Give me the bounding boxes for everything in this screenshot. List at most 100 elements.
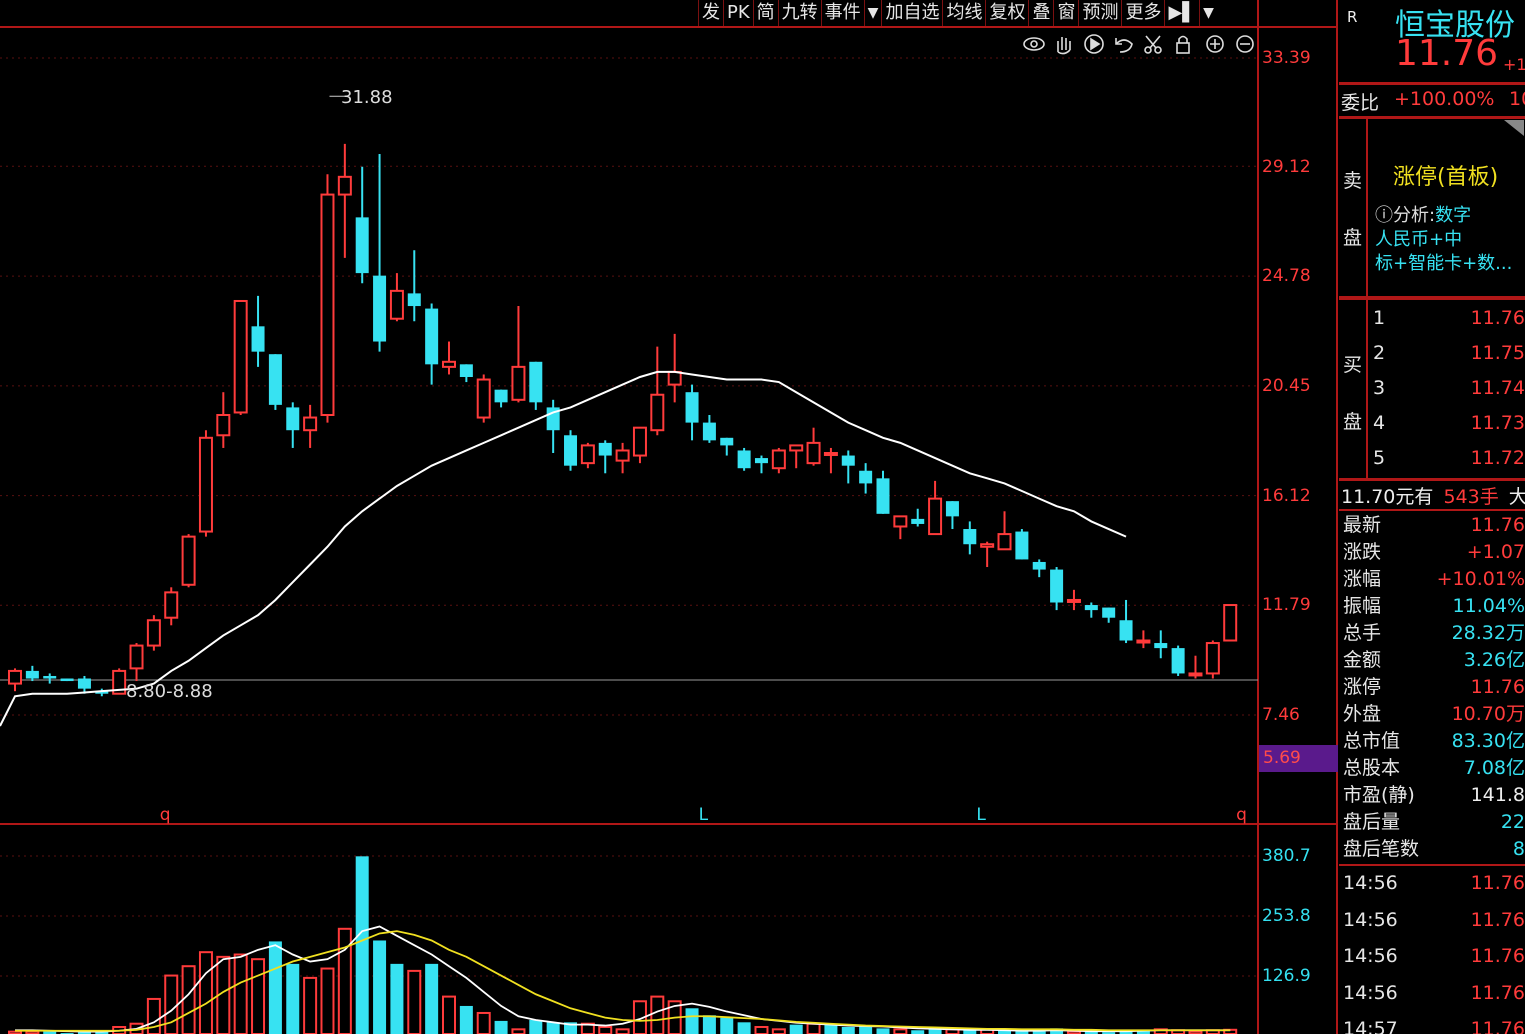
volume-bar	[598, 1025, 613, 1034]
buy-level-row[interactable]: 5 11.72	[1373, 445, 1525, 472]
candle-body	[216, 414, 231, 437]
stat-value: 10.70万	[1451, 703, 1525, 725]
tick-price: 11.76	[1470, 945, 1525, 967]
stat-value: 28.32万	[1451, 622, 1525, 644]
tick-price: 11.76	[1470, 872, 1525, 894]
tick-row: 14:56 11.76	[1343, 943, 1525, 970]
volume-bar	[876, 1028, 890, 1034]
low-annotation: 8.80-8.88	[126, 681, 213, 702]
candle-body	[320, 193, 335, 417]
candle-body	[1119, 620, 1133, 641]
toolbar-item[interactable]: 事件	[820, 0, 864, 26]
toolbar-item[interactable]: 简	[752, 0, 778, 26]
volume-bar	[164, 974, 179, 1034]
stat-value: 22	[1500, 811, 1525, 833]
volume-bar	[754, 1025, 769, 1034]
stat-row: 金额 3.26亿	[1343, 647, 1525, 674]
candle-body	[494, 389, 508, 403]
volume-bar	[615, 1028, 630, 1034]
volume-bar	[233, 953, 248, 1034]
signal-marker: q	[1236, 805, 1247, 825]
candle-body	[893, 515, 908, 528]
toolbar-item[interactable]: ▼	[1199, 0, 1217, 26]
buy-level-row[interactable]: 3 11.74	[1373, 375, 1525, 402]
toolbar-item[interactable]: 均线	[942, 0, 985, 26]
level-price: 11.73	[1470, 412, 1525, 434]
tick-row: 14:57 11.76	[1343, 1016, 1525, 1034]
stat-row: 盘后量 22	[1343, 809, 1525, 836]
candle-body	[789, 444, 804, 452]
analysis-link[interactable]: 数字	[1435, 205, 1471, 226]
stat-label: 总股本	[1343, 757, 1401, 779]
stock-price: 11.76	[1395, 33, 1499, 74]
toolbar-item[interactable]: 预测	[1078, 0, 1121, 26]
collapse-corner-icon[interactable]	[1502, 118, 1525, 138]
scissors-icon[interactable]	[1144, 35, 1162, 54]
signal-marker: q	[160, 805, 171, 825]
signal-marker: L	[699, 805, 709, 825]
buy-level-row[interactable]: 1 11.76	[1373, 305, 1525, 332]
volume-bar	[198, 951, 213, 1034]
candle-body	[997, 533, 1012, 551]
play-icon[interactable]	[1084, 34, 1104, 54]
toolbar-item[interactable]: ▼	[863, 0, 882, 26]
volume-tick: 380.7	[1262, 846, 1311, 866]
level-number: 5	[1373, 447, 1386, 469]
stat-label: 总市值	[1343, 730, 1401, 752]
high-annotation: 31.88	[341, 87, 393, 108]
eye-icon[interactable]	[1023, 37, 1045, 51]
toolbar-item[interactable]: 更多	[1121, 0, 1164, 26]
candle-body	[181, 535, 196, 586]
toolbar-item[interactable]: PK	[723, 0, 753, 26]
toolbar-item[interactable]: 窗	[1053, 0, 1078, 26]
level-price: 11.76	[1470, 307, 1525, 329]
candle-body	[754, 458, 768, 464]
candle-body	[1015, 531, 1029, 560]
volume-bar	[771, 1028, 786, 1034]
stat-value: 11.76	[1470, 514, 1525, 536]
concept-tags[interactable]: 人民币+中	[1375, 225, 1462, 251]
concept-tags[interactable]: 标+智能卡+数...	[1375, 249, 1512, 275]
stat-row: 涨幅 +10.01%	[1343, 566, 1525, 593]
zoom-in-icon[interactable]	[1206, 35, 1224, 53]
candle-body	[511, 365, 526, 401]
candle-body	[632, 426, 647, 457]
candle-body	[476, 378, 491, 419]
stat-label: 盘后笔数	[1343, 838, 1420, 860]
candle-body	[303, 416, 318, 432]
toolbar-item[interactable]: 加自选	[881, 0, 942, 26]
volume-ma10-line	[15, 930, 1231, 1032]
buy-level-row[interactable]: 2 11.75	[1373, 340, 1525, 367]
volume-bar	[355, 856, 369, 1034]
buy-level-row[interactable]: 4 11.73	[1373, 410, 1525, 437]
toolbar-item[interactable]: 发	[698, 0, 723, 26]
level-number: 4	[1373, 412, 1386, 434]
toolbar-item[interactable]: 叠	[1028, 0, 1053, 26]
candle-body	[859, 470, 873, 484]
volume-bar	[737, 1022, 751, 1034]
toolbar-item[interactable]: 九转	[777, 0, 821, 26]
undo-icon[interactable]	[1115, 38, 1133, 53]
kline-chart[interactable]: q L Lq	[0, 0, 1338, 1034]
toolbar-item[interactable]: ▶▌	[1164, 0, 1199, 26]
candle-body	[1102, 607, 1116, 618]
candle-body	[615, 449, 630, 462]
volume-bar	[286, 963, 300, 1034]
toolbar-item[interactable]: 复权	[985, 0, 1028, 26]
volume-bar	[303, 976, 318, 1034]
current-price-tag: 5.69	[1259, 745, 1338, 772]
zoom-out-icon[interactable]	[1236, 35, 1254, 53]
hand-icon[interactable]	[1057, 37, 1071, 55]
lock-icon[interactable]	[1176, 35, 1190, 54]
tick-time: 14:56	[1343, 872, 1398, 894]
candle-body	[337, 175, 352, 196]
volume-bar	[494, 1020, 508, 1034]
candle-body	[564, 435, 578, 466]
candle-body	[598, 442, 612, 456]
volume-bar	[146, 997, 161, 1034]
candle-body	[650, 393, 665, 432]
price-tick: 7.46	[1262, 705, 1300, 725]
candle-body	[928, 497, 943, 536]
candle-body	[268, 354, 282, 405]
stat-row: 总手 28.32万	[1343, 620, 1525, 647]
